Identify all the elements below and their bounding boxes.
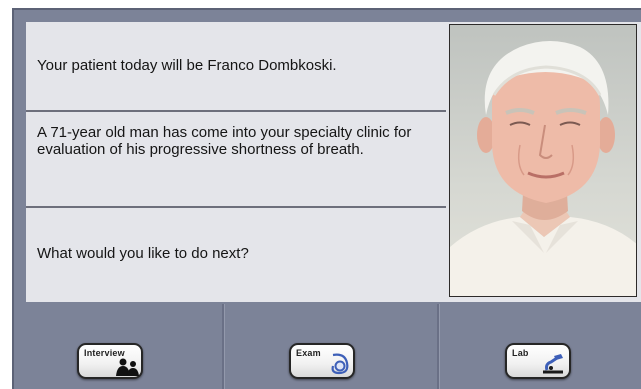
patient-description-text: A 71-year old man has come into your spe… xyxy=(37,124,412,158)
lab-button[interactable]: Lab xyxy=(505,343,571,379)
patient-portrait-drawing xyxy=(450,41,636,296)
action-divider xyxy=(437,304,439,389)
patient-intro-panel: Your patient today will be Franco Dombko… xyxy=(26,22,448,112)
patient-photo xyxy=(449,24,637,297)
interview-button-label: Interview xyxy=(84,348,125,358)
two-people-icon xyxy=(116,358,139,376)
patient-intro-text: Your patient today will be Franco Dombko… xyxy=(37,57,337,74)
exam-button-label: Exam xyxy=(296,348,321,358)
exam-button[interactable]: Exam xyxy=(289,343,355,379)
next-step-prompt-text: What would you like to do next? xyxy=(37,245,249,262)
microscope-icon xyxy=(543,354,563,374)
next-step-prompt-panel: What would you like to do next? xyxy=(26,208,448,302)
lab-button-label: Lab xyxy=(512,348,529,358)
patient-description-panel: A 71-year old man has come into your spe… xyxy=(26,112,448,208)
action-divider xyxy=(222,304,224,389)
stethoscope-icon xyxy=(331,353,349,375)
interview-button[interactable]: Interview xyxy=(77,343,143,379)
